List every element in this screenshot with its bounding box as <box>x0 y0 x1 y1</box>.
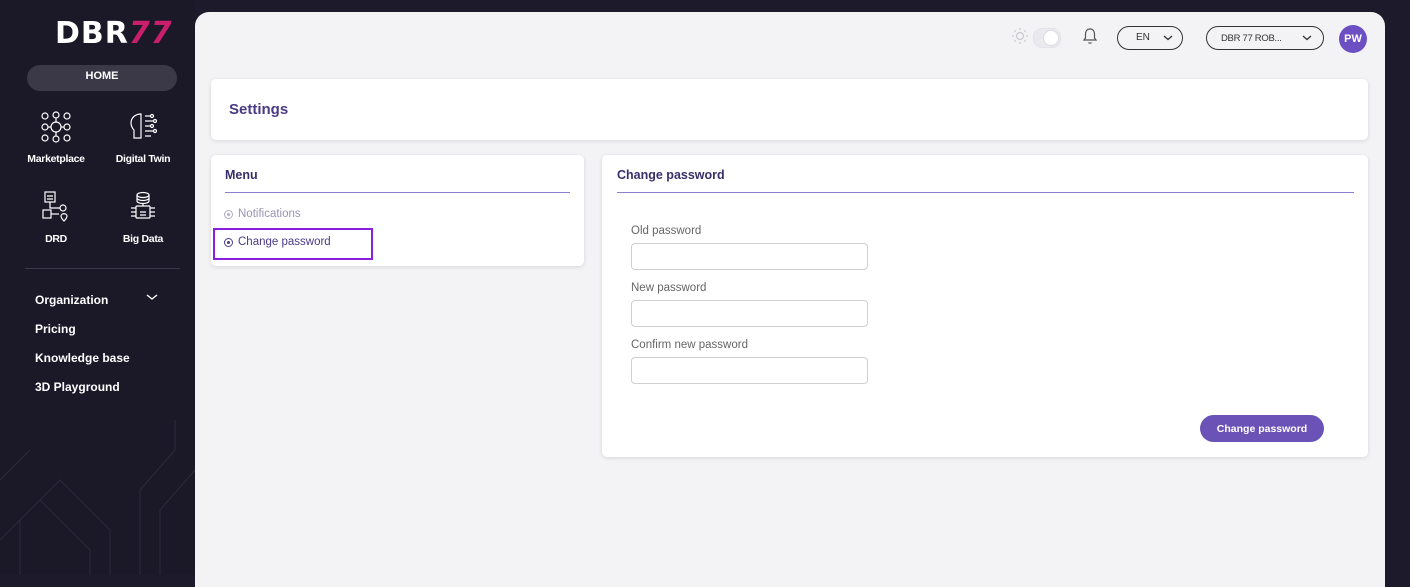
menu-item-notifications[interactable]: Notifications <box>224 202 371 230</box>
app-label: Marketplace <box>27 153 85 165</box>
digital-twin-icon <box>130 113 158 139</box>
organization-value: DBR 77 ROB... <box>1221 33 1282 44</box>
confirm-password-input[interactable] <box>631 357 868 384</box>
sidebar-item-organization[interactable]: Organization <box>35 293 108 307</box>
app-logo[interactable]: DBR77 <box>55 16 173 51</box>
bell-icon[interactable] <box>1082 27 1098 45</box>
chevron-down-icon <box>1163 35 1173 41</box>
selection-highlight <box>213 228 373 260</box>
app-tile-digital-twin[interactable]: Digital Twin <box>101 110 185 165</box>
nav-label: Organization <box>35 293 109 307</box>
toggle-knob <box>1043 30 1059 46</box>
language-value: EN <box>1136 32 1150 43</box>
app-tile-marketplace[interactable]: Marketplace <box>14 110 98 165</box>
organization-select[interactable]: DBR 77 ROB... <box>1206 26 1324 50</box>
app-label: DRD <box>45 233 67 245</box>
old-password-label: Old password <box>631 225 702 237</box>
user-avatar[interactable]: PW <box>1339 25 1367 53</box>
sidebar-item-3d-playground[interactable]: 3D Playground <box>35 380 120 394</box>
language-select[interactable]: EN <box>1117 26 1183 50</box>
sidebar-decoration <box>0 420 195 575</box>
change-password-divider <box>617 192 1354 193</box>
change-password-button[interactable]: Change password <box>1200 415 1324 442</box>
sidebar-item-knowledge-base[interactable]: Knowledge base <box>35 351 130 365</box>
old-password-input[interactable] <box>631 243 868 270</box>
app-tile-big-data[interactable]: Big Data <box>101 190 185 245</box>
theme-toggle[interactable] <box>1033 28 1061 48</box>
settings-header-card: Settings <box>211 79 1368 140</box>
nav-label: 3D Playground <box>35 380 120 394</box>
chevron-down-icon <box>1302 35 1312 41</box>
sidebar-item-pricing[interactable]: Pricing <box>35 322 76 336</box>
change-password-card: Change password Old password New passwor… <box>602 155 1368 457</box>
app-tile-drd[interactable]: DRD <box>14 190 98 245</box>
logo-accent-text: 77 <box>128 16 173 51</box>
sidebar: DBR77 HOME Marketplace Digital Twin DRD <box>0 0 195 575</box>
new-password-input[interactable] <box>631 300 868 327</box>
menu-divider <box>225 192 570 193</box>
sun-icon <box>1012 28 1028 44</box>
marketplace-icon <box>41 111 71 143</box>
logo-text: DBR <box>55 16 129 51</box>
change-password-title: Change password <box>617 168 725 182</box>
avatar-initials: PW <box>1344 33 1362 45</box>
chevron-down-icon[interactable] <box>145 292 159 302</box>
radio-icon <box>224 210 233 219</box>
page-title: Settings <box>229 101 289 118</box>
settings-menu-card: Menu Notifications Change password <box>211 155 584 266</box>
app-label: Digital Twin <box>115 153 171 165</box>
big-data-icon <box>131 191 155 219</box>
nav-label: Knowledge base <box>35 351 130 365</box>
sidebar-divider <box>25 268 180 269</box>
home-button[interactable]: HOME <box>27 65 177 91</box>
home-label: HOME <box>85 70 119 82</box>
main-content: EN DBR 77 ROB... PW Settings Menu Notifi… <box>195 12 1385 587</box>
confirm-password-label: Confirm new password <box>631 339 748 351</box>
menu-title: Menu <box>225 168 258 182</box>
nav-label: Pricing <box>35 322 76 336</box>
app-label: Big Data <box>122 233 164 245</box>
new-password-label: New password <box>631 282 707 294</box>
menu-item-label: Notifications <box>238 208 301 220</box>
drd-icon <box>42 191 68 222</box>
